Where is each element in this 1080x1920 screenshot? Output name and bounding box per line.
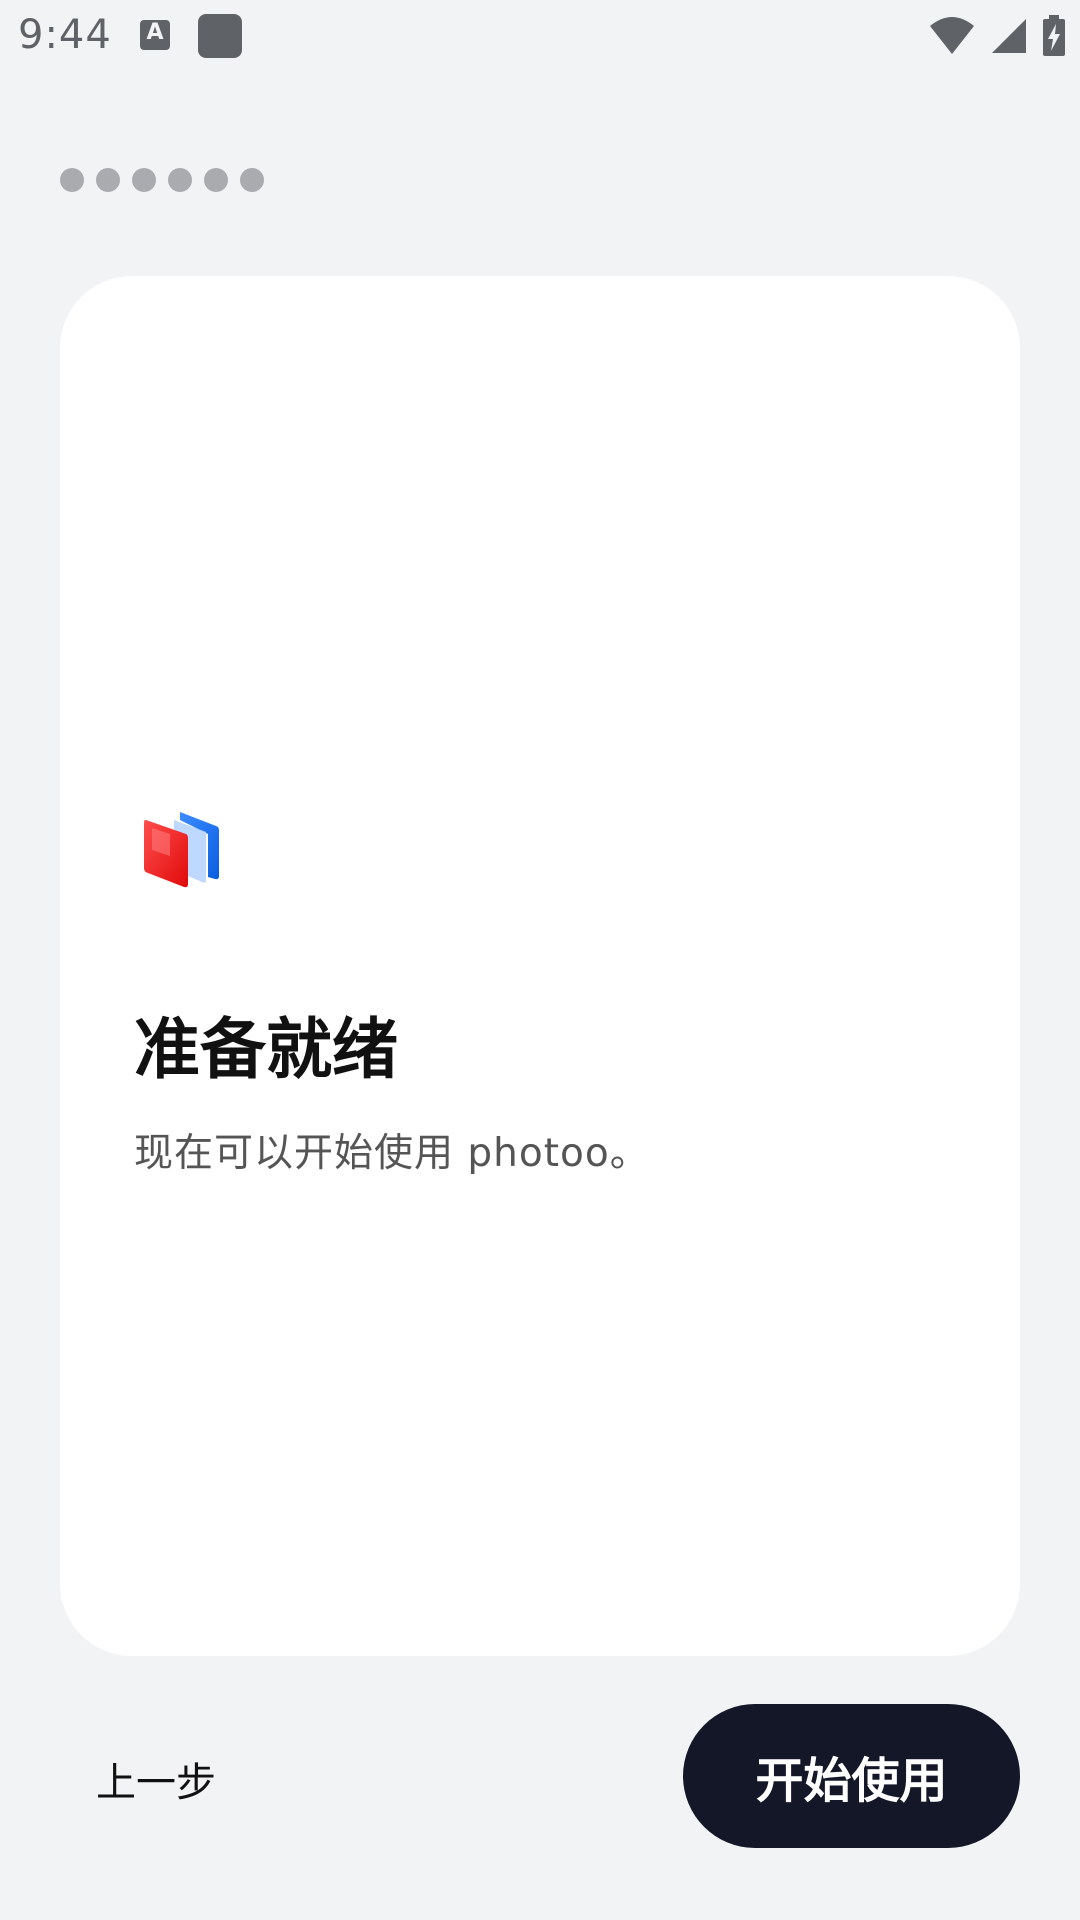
step-indicator xyxy=(60,168,264,192)
notification-a-icon: A xyxy=(140,20,170,50)
start-using-button[interactable]: 开始使用 xyxy=(683,1704,1020,1848)
step-dot xyxy=(96,168,120,192)
page-subtitle: 现在可以开始使用 photoo。 xyxy=(134,1131,650,1176)
step-dot xyxy=(132,168,156,192)
wifi-icon xyxy=(930,17,974,54)
status-time: 9:44 xyxy=(18,12,112,58)
battery-charging-icon xyxy=(1043,15,1065,56)
notification-app-icon xyxy=(198,14,242,58)
status-bar: 9:44 A xyxy=(0,0,1080,74)
step-dot xyxy=(240,168,264,192)
photoo-logo-icon xyxy=(144,812,219,888)
step-dot xyxy=(204,168,228,192)
status-icons xyxy=(928,14,1066,58)
previous-step-button[interactable]: 上一步 xyxy=(96,1750,216,1808)
page-title: 准备就绪 xyxy=(134,1011,398,1088)
cellular-signal-icon xyxy=(992,19,1026,53)
onboarding-card: 准备就绪 现在可以开始使用 photoo。 xyxy=(60,276,1020,1656)
step-dot xyxy=(60,168,84,192)
step-dot xyxy=(168,168,192,192)
